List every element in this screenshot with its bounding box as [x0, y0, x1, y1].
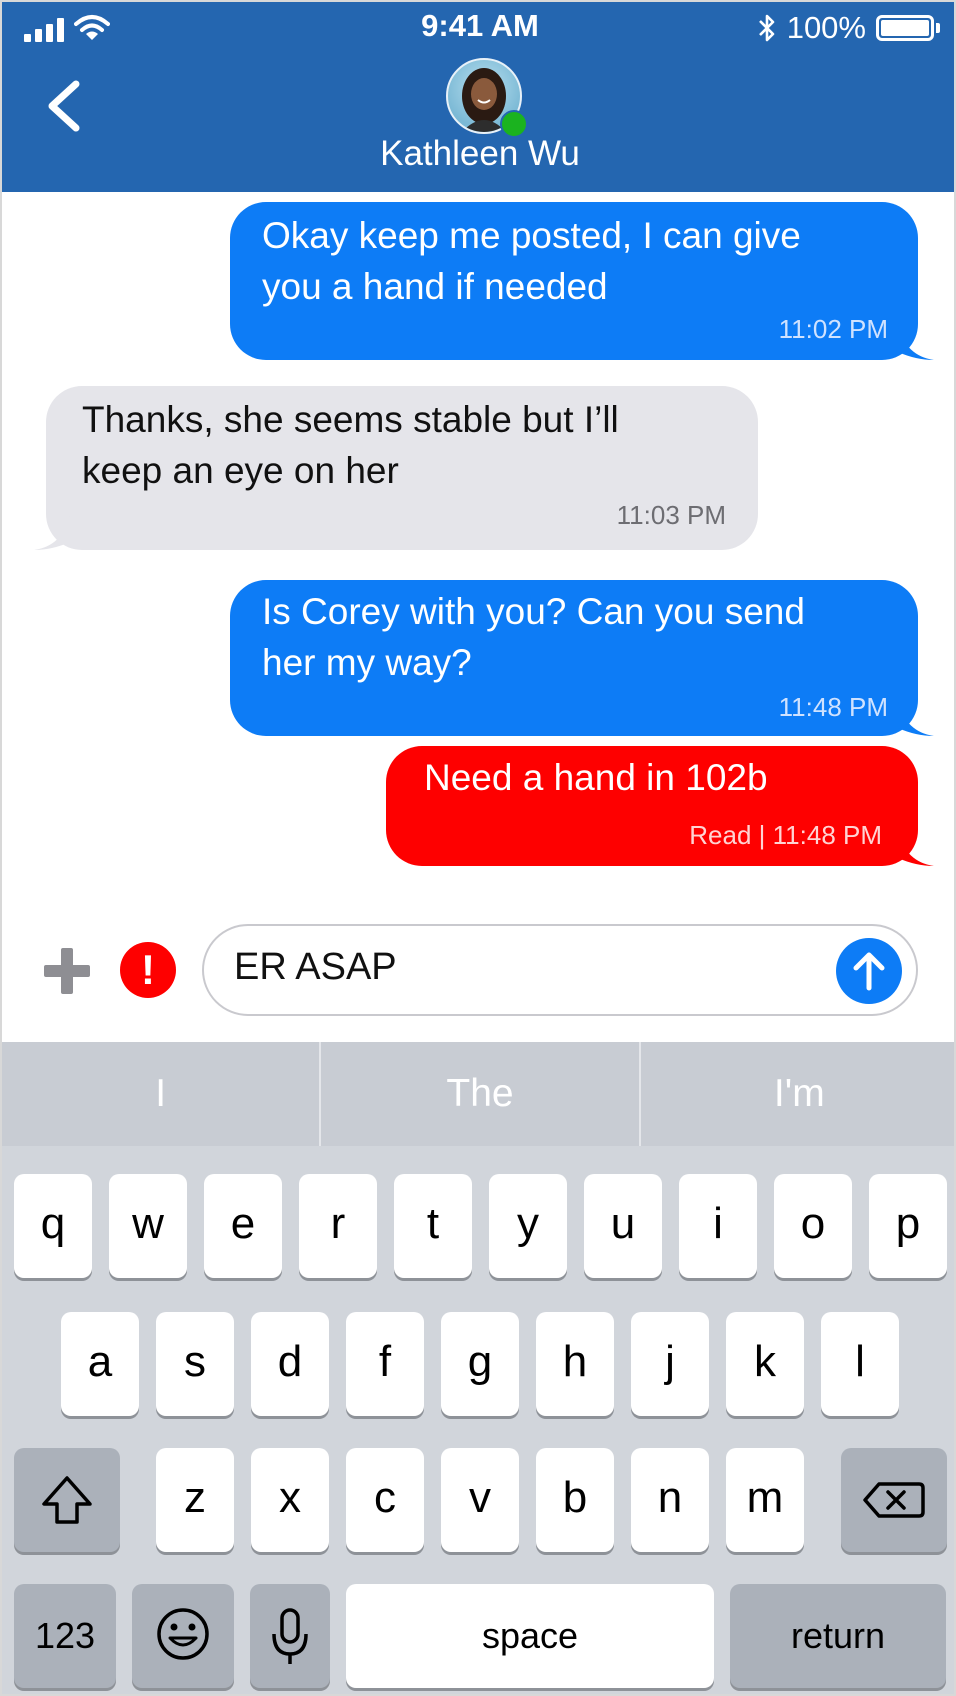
bubble-tail: [898, 702, 934, 736]
message-text: Okay keep me posted, I can give you a ha…: [262, 215, 801, 307]
key-j[interactable]: j: [631, 1312, 709, 1416]
message-text: Need a hand in 102b: [424, 757, 768, 798]
key-d[interactable]: d: [251, 1312, 329, 1416]
key-o[interactable]: o: [774, 1174, 852, 1278]
delete-key[interactable]: [841, 1448, 947, 1552]
backspace-icon: [863, 1482, 925, 1518]
key-f[interactable]: f: [346, 1312, 424, 1416]
messaging-screen: 9:41 AM 100% Kathleen Wu Okay keep me po…: [0, 0, 956, 1696]
status-right-group: 100%: [757, 10, 940, 46]
key-n[interactable]: n: [631, 1448, 709, 1552]
arrow-up-icon: [853, 952, 885, 991]
microphone-key[interactable]: [250, 1584, 330, 1688]
key-m[interactable]: m: [726, 1448, 804, 1552]
chevron-left-icon[interactable]: [40, 76, 90, 136]
bubble-tail: [898, 832, 934, 866]
key-r[interactable]: r: [299, 1174, 377, 1278]
message-text: Thanks, she seems stable but I’ll keep a…: [82, 399, 619, 491]
key-q[interactable]: q: [14, 1174, 92, 1278]
key-c[interactable]: c: [346, 1448, 424, 1552]
message-bubble-incoming[interactable]: Thanks, she seems stable but I’ll keep a…: [46, 386, 758, 550]
key-v[interactable]: v: [441, 1448, 519, 1552]
predictive-bar: I The I'm: [2, 1042, 954, 1146]
numbers-key[interactable]: 123: [14, 1584, 116, 1688]
battery-percent: 100%: [786, 10, 866, 45]
key-u[interactable]: u: [584, 1174, 662, 1278]
key-i[interactable]: i: [679, 1174, 757, 1278]
key-s[interactable]: s: [156, 1312, 234, 1416]
message-input[interactable]: ER ASAP: [202, 924, 918, 1016]
return-key[interactable]: return: [730, 1584, 946, 1688]
key-b[interactable]: b: [536, 1448, 614, 1552]
message-bubble-urgent[interactable]: Need a hand in 102b Read | 11:48 PM: [386, 746, 918, 866]
send-button[interactable]: [836, 938, 902, 1004]
key-p[interactable]: p: [869, 1174, 947, 1278]
contact-name: Kathleen Wu: [380, 134, 580, 173]
emoji-icon: [157, 1608, 209, 1660]
key-x[interactable]: x: [251, 1448, 329, 1552]
message-bubble-outgoing[interactable]: Okay keep me posted, I can give you a ha…: [230, 202, 918, 360]
emoji-key[interactable]: [132, 1584, 234, 1688]
shift-key[interactable]: [14, 1448, 120, 1552]
conversation-header: 9:41 AM 100% Kathleen Wu: [2, 2, 954, 192]
keyboard: I The I'm q w e r t y u i o p a s d f g …: [2, 1042, 954, 1694]
key-e[interactable]: e: [204, 1174, 282, 1278]
bubble-tail: [898, 326, 934, 360]
message-timestamp: 11:03 PM: [616, 500, 726, 530]
key-a[interactable]: a: [61, 1312, 139, 1416]
message-input-value[interactable]: ER ASAP: [234, 946, 397, 989]
message-text: Is Corey with you? Can you send her my w…: [262, 591, 805, 683]
suggestion-1[interactable]: I: [2, 1042, 322, 1146]
bluetooth-icon: [758, 14, 775, 42]
battery-icon: [876, 15, 940, 41]
key-y[interactable]: y: [489, 1174, 567, 1278]
key-z[interactable]: z: [156, 1448, 234, 1552]
suggestion-2[interactable]: The: [321, 1042, 641, 1146]
message-timestamp: 11:48 PM: [778, 692, 888, 722]
key-t[interactable]: t: [394, 1174, 472, 1278]
message-read-receipt: Read | 11:48 PM: [689, 820, 882, 850]
key-k[interactable]: k: [726, 1312, 804, 1416]
space-key[interactable]: space: [346, 1584, 714, 1688]
key-g[interactable]: g: [441, 1312, 519, 1416]
key-h[interactable]: h: [536, 1312, 614, 1416]
plus-icon[interactable]: [42, 946, 92, 996]
suggestion-3[interactable]: I'm: [641, 1042, 954, 1146]
shift-icon: [42, 1476, 92, 1524]
key-w[interactable]: w: [109, 1174, 187, 1278]
bubble-tail: [34, 516, 70, 550]
key-l[interactable]: l: [821, 1312, 899, 1416]
message-timestamp: 11:02 PM: [778, 314, 888, 344]
message-bubble-outgoing[interactable]: Is Corey with you? Can you send her my w…: [230, 580, 918, 736]
microphone-icon: [272, 1608, 308, 1664]
exclamation-icon[interactable]: !: [120, 942, 176, 998]
